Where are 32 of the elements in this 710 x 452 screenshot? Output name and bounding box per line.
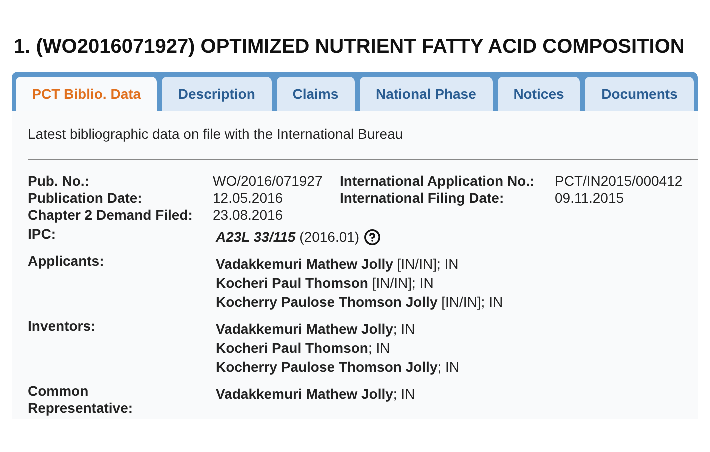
field-value: 09.11.2015 [555, 190, 624, 207]
field-label: Publication Date: [28, 190, 144, 207]
tab[interactable]: PCT Biblio. Data [16, 77, 158, 111]
tab[interactable]: Documents [585, 77, 694, 111]
ipc-version: (2016.01) [300, 229, 360, 246]
field-value: WO/2016/071927 [213, 173, 324, 190]
party-name: Kocheri Paul Thomson; IN [216, 340, 392, 357]
field-label: IPC: [28, 226, 57, 244]
tab[interactable]: Claims [276, 77, 355, 111]
party-name: Kocherry Paulose Thomson Jolly; IN [216, 359, 460, 376]
field-label: International Application No.: [340, 173, 536, 190]
field-label: Inventors: [28, 318, 97, 336]
field-label: International Filing Date: [340, 190, 506, 207]
field-label: Common Representative: [28, 383, 134, 417]
field-label: Pub. No.: [28, 173, 90, 190]
field-value: PCT/IN2015/000412 [555, 173, 683, 190]
field-label: Applicants: [28, 253, 106, 271]
tab[interactable]: National Phase [360, 77, 493, 111]
party-name: Vadakkemuri Mathew Jolly; IN [216, 386, 416, 403]
field-value: 23.08.2016 [213, 207, 284, 224]
page-title: 1. (WO2016071927) OPTIMIZED NUTRIENT FATTY ACID COMPOSITION [14, 35, 686, 60]
help-icon[interactable] [364, 229, 381, 246]
intro-text: Latest bibliographic data on file with the International Bureau [28, 125, 404, 143]
tab[interactable]: Description [162, 77, 272, 111]
tab[interactable]: Notices [498, 77, 580, 111]
party-name: Kocherry Paulose Thomson Jolly [IN/IN]; IN [216, 294, 504, 311]
party-name: Kocheri Paul Thomson [IN/IN]; IN [216, 275, 435, 292]
ipc-code[interactable]: A23L 33/115 [216, 229, 296, 246]
field-label: Chapter 2 Demand Filed: [28, 207, 194, 224]
party-name: Vadakkemuri Mathew Jolly [IN/IN]; IN [216, 256, 460, 273]
party-name: Vadakkemuri Mathew Jolly; IN [216, 321, 416, 338]
field-value: 12.05.2016 [213, 190, 284, 207]
